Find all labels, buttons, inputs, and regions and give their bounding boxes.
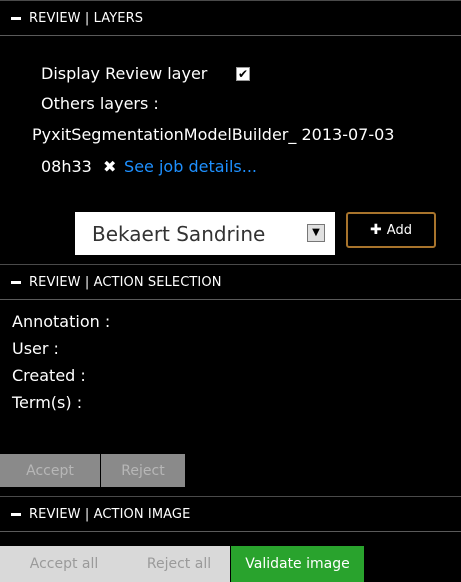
review-layers-body: Display Review layer ✔ Others layers : P… bbox=[0, 36, 461, 264]
layer-name-line2: 08h33 bbox=[41, 157, 92, 176]
add-button-label: Add bbox=[386, 222, 412, 238]
review-layers-header[interactable]: REVIEW | LAYERS bbox=[0, 1, 461, 36]
close-icon[interactable]: ✖ bbox=[103, 157, 116, 176]
created-label: Created : bbox=[12, 366, 86, 385]
accept-button[interactable]: Accept bbox=[0, 454, 100, 487]
layer-name-line2-row: 08h33 ✖ See job details... bbox=[41, 157, 257, 176]
minus-icon[interactable] bbox=[11, 16, 21, 20]
plus-icon: ✚ bbox=[370, 222, 382, 238]
minus-icon[interactable] bbox=[11, 512, 21, 516]
review-action-image-header[interactable]: REVIEW | ACTION IMAGE bbox=[0, 497, 461, 532]
review-action-selection-panel: REVIEW | ACTION SELECTION Annotation : U… bbox=[0, 264, 461, 496]
accept-all-button[interactable]: Accept all bbox=[0, 546, 128, 582]
check-icon: ✔ bbox=[237, 67, 249, 81]
review-action-selection-header[interactable]: REVIEW | ACTION SELECTION bbox=[0, 265, 461, 300]
validate-image-button[interactable]: Validate image bbox=[231, 546, 364, 582]
user-select[interactable]: Bekaert Sandrine ▼ bbox=[75, 212, 335, 255]
user-label: User : bbox=[12, 339, 59, 358]
add-layer-button[interactable]: ✚ Add bbox=[346, 212, 436, 248]
annotation-label: Annotation : bbox=[12, 312, 111, 331]
review-layers-panel: REVIEW | LAYERS Display Review layer ✔ O… bbox=[0, 0, 461, 264]
panel-title: REVIEW | ACTION SELECTION bbox=[29, 274, 222, 290]
see-job-details-link[interactable]: See job details... bbox=[124, 157, 257, 176]
display-review-checkbox[interactable]: ✔ bbox=[236, 67, 250, 81]
panel-title: REVIEW | ACTION IMAGE bbox=[29, 506, 191, 522]
user-select-value: Bekaert Sandrine bbox=[92, 222, 266, 246]
review-action-image-body: Accept all Reject all Validate image bbox=[0, 532, 461, 582]
terms-label: Term(s) : bbox=[12, 393, 83, 412]
review-action-selection-body: Annotation : User : Created : Term(s) : … bbox=[0, 300, 461, 496]
layer-name-line1: PyxitSegmentationModelBuilder_ 2013-07-0… bbox=[32, 125, 395, 144]
others-layers-label: Others layers : bbox=[41, 94, 159, 113]
reject-all-button[interactable]: Reject all bbox=[128, 546, 230, 582]
minus-icon[interactable] bbox=[11, 280, 21, 284]
chevron-down-icon[interactable]: ▼ bbox=[307, 224, 325, 242]
reject-button[interactable]: Reject bbox=[101, 454, 185, 487]
panel-title: REVIEW | LAYERS bbox=[29, 10, 144, 26]
review-action-image-panel: REVIEW | ACTION IMAGE Accept all Reject … bbox=[0, 496, 461, 582]
display-review-label: Display Review layer bbox=[41, 64, 208, 83]
